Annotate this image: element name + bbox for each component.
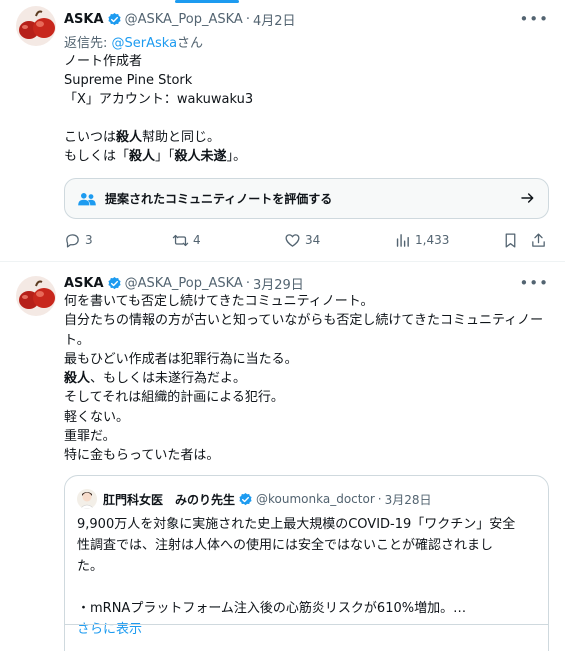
- tweet-line: 何を書いても否定し続けてきたコミュニティノート。: [64, 294, 374, 309]
- tweet-line: 殺人、もしくは未遂行為だよ。: [64, 371, 247, 387]
- show-more-link[interactable]: さらに表示: [77, 619, 540, 640]
- separator-dot: ·: [245, 11, 250, 27]
- author-name[interactable]: ASKA: [64, 276, 104, 291]
- retweet-count: 4: [193, 233, 201, 247]
- quoted-avatar[interactable]: [77, 489, 97, 509]
- reply-to-prefix: 返信先:: [64, 36, 112, 51]
- quoted-line: 9,900万人を対象に実施された史上最大規模のCOVID-19「ワクチン」安全: [77, 517, 516, 532]
- more-dots-icon[interactable]: •••: [519, 274, 549, 292]
- reply-button[interactable]: 3: [64, 229, 93, 251]
- tweet-header: ASKA @ASKA_Pop_ASKA · 4月2日 •••: [64, 9, 565, 29]
- author-handle[interactable]: @ASKA_Pop_ASKA: [125, 12, 243, 27]
- quoted-line: 性調査では、注射は人体への使用には安全ではないことが確認されまし: [77, 538, 494, 553]
- verified-badge-icon: [238, 492, 253, 507]
- quoted-line: ・mRNAプラットフォーム注入後の心筋炎リスクが610%増加。…: [77, 601, 467, 616]
- separator-dot: ·: [245, 275, 250, 291]
- quoted-tweet-text: 9,900万人を対象に実施された史上最大規模のCOVID-19「ワクチン」安全 …: [77, 514, 540, 640]
- tweet-date[interactable]: 4月2日: [253, 10, 296, 29]
- like-count: 34: [305, 233, 321, 247]
- retweet-button[interactable]: 4: [172, 229, 201, 251]
- quoted-tweet[interactable]: 肛門科女医 みのり先生 @koumonka_doctor · 3月28日 9,9…: [64, 475, 549, 651]
- verified-badge-icon: [107, 276, 122, 291]
- tweet-line: Supreme Pine Stork: [64, 73, 193, 88]
- tweet-line: 特に金もらっていた者は。: [64, 448, 220, 464]
- quoted-author-name[interactable]: 肛門科女医 みのり先生: [103, 491, 235, 508]
- heart-icon: [285, 233, 300, 247]
- rate-community-note-button[interactable]: 提案されたコミュニティノートを評価する: [64, 178, 549, 219]
- bookmark-icon: [505, 232, 516, 248]
- quoted-author-handle[interactable]: @koumonka_doctor: [256, 492, 375, 506]
- quoted-line: た。: [77, 559, 104, 574]
- like-button[interactable]: 34: [284, 229, 320, 251]
- arrow-right-icon: [521, 193, 534, 203]
- author-handle[interactable]: @ASKA_Pop_ASKA: [125, 276, 243, 291]
- tweet-line: こいつは殺人幇助と同じ。: [64, 130, 221, 145]
- verified-badge-icon: [107, 12, 122, 27]
- bookmark-button[interactable]: [502, 229, 523, 251]
- tweet-text: 何を書いても否定し続けてきたコミュニティノート。 自分たちの情報の方が古いと知っ…: [64, 292, 554, 466]
- tweet-actions: 3 4 34 1,433: [64, 229, 554, 251]
- share-button[interactable]: [530, 229, 551, 251]
- reply-icon: [66, 233, 79, 248]
- retweet-icon: [172, 234, 189, 246]
- author-name[interactable]: ASKA: [64, 12, 104, 27]
- avatar[interactable]: [16, 276, 56, 316]
- view-count: 1,433: [415, 233, 450, 247]
- tweet[interactable]: ASKA @ASKA_Pop_ASKA · 4月2日 ••• 返信先: @Ser…: [0, 0, 565, 262]
- share-icon: [532, 232, 545, 247]
- views-button[interactable]: 1,433: [394, 229, 449, 251]
- tweet-line: ノート作成者: [64, 54, 143, 69]
- tweet-line: 自分たちの情報の方が古いと知っていながらも否定し続けてきたコミュニティノート。: [64, 313, 544, 348]
- tweet-line: 重罪だ。: [64, 429, 116, 445]
- quoted-tweet-date[interactable]: 3月28日: [385, 491, 432, 508]
- quoted-media-divider: [65, 624, 548, 625]
- quoted-tweet-header: 肛門科女医 みのり先生 @koumonka_doctor · 3月28日: [77, 488, 538, 510]
- reply-count: 3: [85, 233, 93, 247]
- tweet-line: 軽くない。: [64, 409, 130, 425]
- reply-mention-link[interactable]: @SerAska: [112, 36, 178, 51]
- tweet-line: もしくは「殺人」「殺人未遂」。: [64, 149, 247, 164]
- tweet-header: ASKA @ASKA_Pop_ASKA · 3月29日 •••: [64, 273, 565, 293]
- reply-to: 返信先: @SerAskaさん: [64, 32, 203, 51]
- reply-to-suffix: さん: [177, 36, 204, 51]
- tweet-date[interactable]: 3月29日: [253, 274, 304, 293]
- quoted-line-blank: [77, 577, 540, 598]
- tweet-line: そしてそれは組織的計画による犯行。: [64, 390, 284, 406]
- rate-community-note-label: 提案されたコミュニティノートを評価する: [105, 192, 333, 206]
- tweet-text: ノート作成者 Supreme Pine Stork 「X」アカウント：wakuw…: [64, 52, 547, 166]
- separator-dot: ·: [377, 492, 382, 506]
- tweet-line: 「X」アカウント：wakuwaku3: [64, 92, 254, 107]
- more-dots-icon[interactable]: •••: [519, 10, 549, 28]
- people-icon: [78, 192, 96, 205]
- avatar[interactable]: [16, 6, 56, 46]
- tweet-line: 最もひどい作成者は犯罪行為に当たる。: [64, 351, 298, 367]
- views-chart-icon: [396, 233, 409, 247]
